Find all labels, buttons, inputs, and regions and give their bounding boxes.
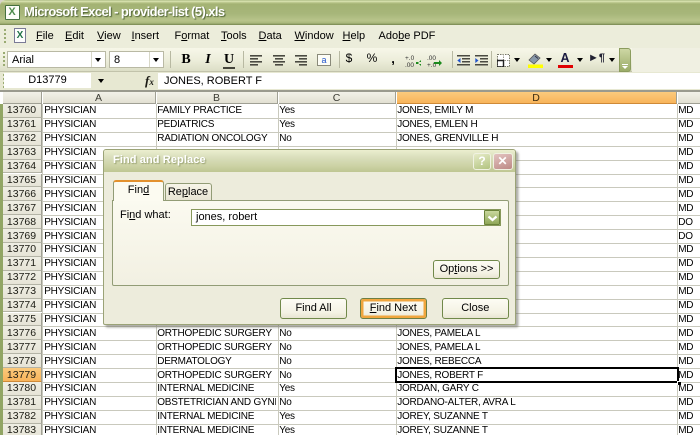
svg-text:+.0: +.0	[405, 55, 415, 62]
svg-text:.00: .00	[405, 62, 414, 67]
svg-text:.00: .00	[427, 55, 436, 62]
